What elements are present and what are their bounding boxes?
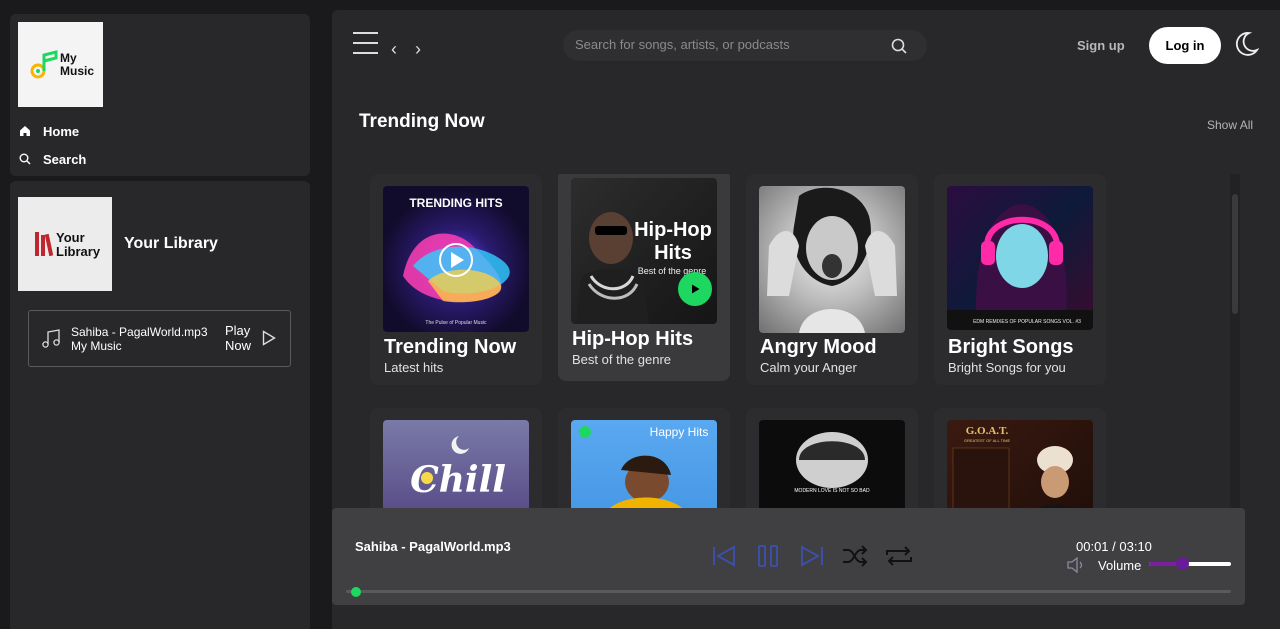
- svg-text:Hits: Hits: [654, 242, 692, 264]
- volume-icon[interactable]: [1067, 557, 1087, 573]
- play-icon[interactable]: [262, 330, 276, 346]
- bright-songs-art: EDM REMIXES OF POPULAR SONGS VOL. #3: [947, 204, 1093, 330]
- player-song-title: Sahiba - PagalWorld.mp3: [355, 539, 511, 554]
- svg-text:Happy Hits: Happy Hits: [650, 425, 709, 439]
- moon-icon[interactable]: [1233, 31, 1259, 57]
- player-bar: Sahiba - PagalWorld.mp3 00:01 / 03:10 Vo…: [332, 508, 1245, 605]
- card-title: Angry Mood: [760, 336, 877, 358]
- volume-knob[interactable]: [1175, 557, 1189, 570]
- next-icon[interactable]: [800, 545, 824, 567]
- menu-icon[interactable]: [353, 32, 378, 54]
- now-playing-card[interactable]: Sahiba - PagalWorld.mp3 My Music Play No…: [28, 310, 291, 367]
- playlist-cover: TRENDING HITS The Pulse of Popular Music: [383, 186, 529, 332]
- search-input[interactable]: [575, 37, 875, 52]
- seek-bar[interactable]: [346, 590, 1231, 593]
- library-title[interactable]: Your Library: [124, 235, 218, 253]
- volume-slider[interactable]: [1149, 557, 1231, 570]
- app-logo[interactable]: My Music: [18, 22, 103, 107]
- card-subtitle: Latest hits: [384, 360, 444, 375]
- search-bar[interactable]: [563, 30, 927, 61]
- modern-love-art: MODERN LOVE IS NOT SO BAD: [794, 432, 870, 494]
- music-note-icon: [30, 50, 58, 79]
- section-title: Trending Now: [359, 111, 485, 132]
- playlist-cover: EDM REMIXES OF POPULAR SONGS VOL. #3: [947, 186, 1093, 330]
- playlist-cover: Hip-Hop Hits Best of the genre: [571, 178, 717, 324]
- playlist-card[interactable]: Angry Mood Calm your Anger: [746, 174, 918, 385]
- playlist-card[interactable]: G.O.A.T. GREATEST OF ALL TIME: [934, 408, 1106, 508]
- logo-text: My Music: [60, 51, 95, 78]
- volume-label: Volume: [1098, 558, 1142, 573]
- svg-text:TRENDING HITS: TRENDING HITS: [409, 196, 502, 210]
- grid-scrollbar[interactable]: [1230, 174, 1240, 508]
- back-arrow-icon[interactable]: ‹: [391, 40, 397, 58]
- card-title: Hip-Hop Hits: [572, 328, 694, 350]
- shuffle-icon[interactable]: [842, 545, 868, 567]
- now-playing-song: Sahiba - PagalWorld.mp3: [71, 325, 208, 339]
- playlist-card[interactable]: Hip-Hop Hits Best of the genre Hip-Hop H…: [558, 174, 730, 381]
- repeat-icon[interactable]: [884, 545, 914, 567]
- card-title: Bright Songs: [948, 336, 1074, 358]
- sidebar-item-label: Home: [43, 123, 80, 139]
- svg-text:The Pulse of Popular Music: The Pulse of Popular Music: [425, 320, 487, 326]
- goat-art: G.O.A.T. GREATEST OF ALL TIME: [952, 425, 1073, 508]
- playlist-card[interactable]: MODERN LOVE IS NOT SO BAD: [746, 408, 918, 508]
- card-subtitle: Bright Songs for you: [948, 360, 1066, 375]
- card-title: Trending Now: [384, 336, 517, 358]
- angry-mood-art: [767, 187, 897, 333]
- playlist-card[interactable]: Chill: [370, 408, 542, 508]
- playlist-cover: Chill: [383, 420, 529, 508]
- music-note-icon: [42, 329, 60, 348]
- svg-text:Hip-Hop: Hip-Hop: [634, 219, 712, 241]
- login-button[interactable]: Log in: [1149, 27, 1221, 64]
- library-books-icon: [35, 232, 53, 256]
- now-playing-artist: My Music: [71, 339, 122, 353]
- forward-arrow-icon[interactable]: ›: [415, 40, 421, 58]
- search-icon[interactable]: [891, 38, 907, 54]
- chill-art: Chill: [410, 436, 506, 501]
- sidebar-item-search[interactable]: Search: [18, 149, 86, 169]
- library-logo[interactable]: Your Library: [18, 197, 112, 291]
- happy-hits-art: Happy Hits: [579, 425, 709, 508]
- playlist-cover: G.O.A.T. GREATEST OF ALL TIME: [947, 420, 1093, 508]
- previous-icon[interactable]: [712, 545, 736, 567]
- seek-knob[interactable]: [351, 587, 362, 597]
- playlist-cover: Happy Hits: [571, 420, 717, 508]
- playlist-grid: TRENDING HITS The Pulse of Popular Music…: [370, 174, 1224, 508]
- play-icon: [692, 284, 700, 294]
- playlist-card[interactable]: EDM REMIXES OF POPULAR SONGS VOL. #3 Bri…: [934, 174, 1106, 385]
- playlist-card[interactable]: Happy Hits: [558, 408, 730, 508]
- home-icon: [18, 124, 32, 138]
- play-now-button[interactable]: Play Now: [225, 323, 251, 353]
- pause-icon[interactable]: [757, 545, 779, 567]
- play-button[interactable]: [678, 272, 712, 306]
- player-time: 00:01 / 03:10: [1076, 539, 1152, 554]
- scrollbar-thumb[interactable]: [1232, 194, 1238, 314]
- sidebar-item-home[interactable]: Home: [18, 121, 79, 141]
- sidebar-item-label: Search: [43, 151, 87, 167]
- now-playing-info: Sahiba - PagalWorld.mp3 My Music: [71, 325, 208, 353]
- playlist-card[interactable]: TRENDING HITS The Pulse of Popular Music…: [370, 174, 542, 385]
- trending-art: TRENDING HITS The Pulse of Popular Music: [403, 196, 510, 326]
- card-subtitle: Best of the genre: [572, 352, 672, 367]
- playlist-cover: MODERN LOVE IS NOT SO BAD: [759, 420, 905, 508]
- library-panel: Your Library Your Library Sahiba - Pagal…: [10, 181, 310, 629]
- svg-text:MODERN LOVE IS NOT SO BAD: MODERN LOVE IS NOT SO BAD: [794, 488, 870, 494]
- search-icon: [18, 152, 32, 166]
- signup-button[interactable]: Sign up: [1077, 38, 1125, 53]
- show-all-link[interactable]: Show All: [1207, 118, 1253, 132]
- svg-text:GREATEST OF ALL TIME: GREATEST OF ALL TIME: [964, 438, 1011, 443]
- svg-text:G.O.A.T.: G.O.A.T.: [966, 425, 1009, 437]
- card-subtitle: Calm your Anger: [760, 360, 857, 375]
- sidebar-nav-panel: My Music Home Search: [10, 14, 310, 176]
- playlist-cover: [759, 186, 905, 333]
- library-logo-text: Your Library: [56, 230, 101, 259]
- svg-text:EDM REMIXES OF POPULAR SONGS V: EDM REMIXES OF POPULAR SONGS VOL. #3: [973, 319, 1081, 325]
